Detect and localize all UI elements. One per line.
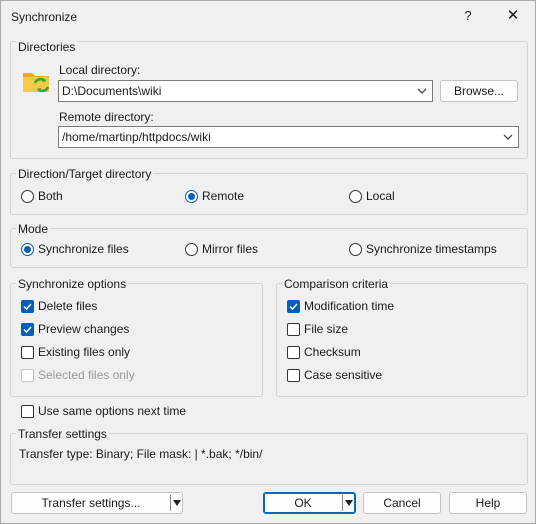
dropdown-arrow-icon[interactable]	[345, 498, 353, 508]
checkmark-icon	[23, 303, 32, 311]
transfer-settings-group-label: Transfer settings	[16, 427, 109, 441]
split-divider	[342, 495, 343, 511]
radio-remote[interactable]	[185, 190, 198, 203]
ok-button[interactable]: OK	[263, 492, 356, 514]
synchronize-options-group-label: Synchronize options	[16, 277, 129, 291]
preview-changes-checkbox[interactable]	[21, 323, 34, 336]
modification-time-checkbox[interactable]	[287, 300, 300, 313]
radio-synchronize-files[interactable]	[21, 243, 34, 256]
chevron-down-icon[interactable]	[502, 130, 514, 144]
radio-local[interactable]	[349, 190, 362, 203]
case-sensitive-label[interactable]: Case sensitive	[304, 368, 382, 382]
use-same-options-label[interactable]: Use same options next time	[38, 404, 186, 418]
remote-directory-value: /home/martinp/httpdocs/wiki	[62, 130, 211, 144]
cancel-button[interactable]: Cancel	[363, 492, 441, 514]
radio-both-label[interactable]: Both	[38, 189, 63, 203]
radio-remote-label[interactable]: Remote	[202, 189, 244, 203]
direction-group-label: Direction/Target directory	[16, 167, 154, 181]
comparison-criteria-group-label: Comparison criteria	[282, 277, 391, 291]
window-title: Synchronize	[11, 10, 78, 24]
local-directory-value: D:\Documents\wiki	[62, 84, 162, 98]
radio-mirror-files-label[interactable]: Mirror files	[202, 242, 258, 256]
existing-files-only-checkbox[interactable]	[21, 346, 34, 359]
radio-synchronize-timestamps-label[interactable]: Synchronize timestamps	[366, 242, 497, 256]
help-button[interactable]: Help	[449, 492, 527, 514]
remote-directory-combo[interactable]: /home/martinp/httpdocs/wiki	[58, 126, 519, 148]
transfer-settings-button-label: Transfer settings...	[41, 496, 141, 510]
use-same-options-checkbox[interactable]	[21, 405, 34, 418]
mode-group-label: Mode	[16, 222, 51, 236]
ok-button-label: OK	[294, 496, 312, 510]
radio-both[interactable]	[21, 190, 34, 203]
radio-mirror-files[interactable]	[185, 243, 198, 256]
remote-directory-label: Remote directory:	[59, 110, 154, 124]
local-directory-combo[interactable]: D:\Documents\wiki	[58, 80, 433, 102]
close-button[interactable]: ✕	[501, 4, 525, 28]
folder-sync-icon	[21, 65, 53, 97]
checksum-label[interactable]: Checksum	[304, 345, 361, 359]
chevron-down-icon[interactable]	[416, 84, 428, 98]
browse-button[interactable]: Browse...	[440, 80, 518, 102]
selected-files-only-checkbox	[21, 369, 34, 382]
checksum-checkbox[interactable]	[287, 346, 300, 359]
existing-files-only-label[interactable]: Existing files only	[38, 345, 130, 359]
transfer-settings-button[interactable]: Transfer settings...	[11, 492, 183, 514]
radio-synchronize-files-label[interactable]: Synchronize files	[38, 242, 129, 256]
directories-group-label: Directories	[16, 40, 78, 54]
delete-files-checkbox[interactable]	[21, 300, 34, 313]
dropdown-arrow-icon[interactable]	[173, 498, 181, 508]
split-divider	[170, 495, 171, 511]
checkmark-icon	[23, 326, 32, 334]
help-title-button[interactable]: ?	[457, 4, 479, 28]
synchronize-dialog: Synchronize ? ✕ Directories Local direct…	[0, 0, 536, 524]
delete-files-label[interactable]: Delete files	[38, 299, 97, 313]
radio-local-label[interactable]: Local	[366, 189, 395, 203]
local-directory-label: Local directory:	[59, 63, 141, 77]
radio-synchronize-timestamps[interactable]	[349, 243, 362, 256]
modification-time-label[interactable]: Modification time	[304, 299, 394, 313]
file-size-checkbox[interactable]	[287, 323, 300, 336]
checkmark-icon	[289, 303, 298, 311]
transfer-settings-summary: Transfer type: Binary; File mask: | *.ba…	[19, 447, 263, 461]
case-sensitive-checkbox[interactable]	[287, 369, 300, 382]
file-size-label[interactable]: File size	[304, 322, 348, 336]
preview-changes-label[interactable]: Preview changes	[38, 322, 129, 336]
selected-files-only-label: Selected files only	[38, 368, 135, 382]
